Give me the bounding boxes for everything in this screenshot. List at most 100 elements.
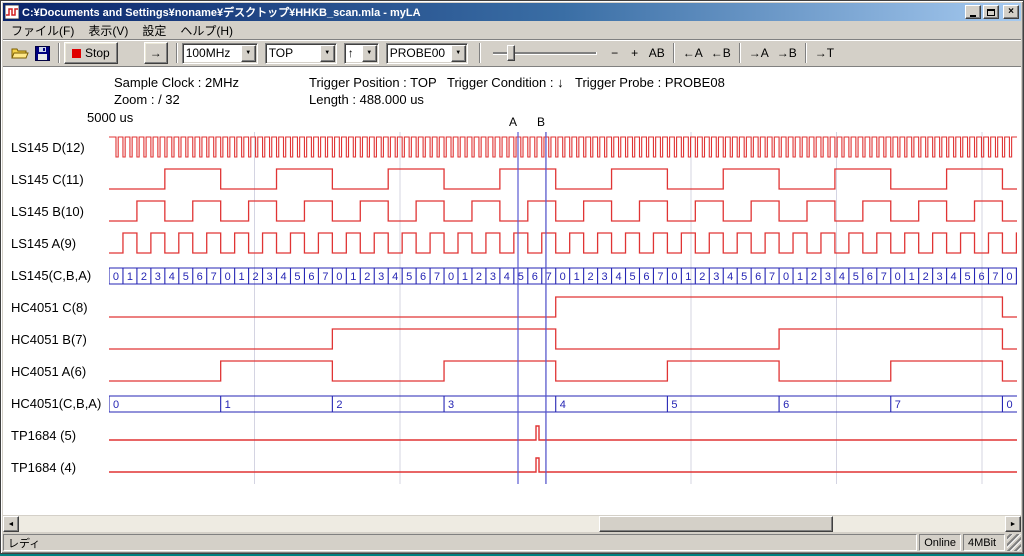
timing-diagram: 0123456701234567012345670123456701234567… bbox=[109, 132, 1017, 484]
zoom-in-button[interactable]: + bbox=[625, 42, 645, 64]
goto-prev-a-button[interactable]: ←A bbox=[679, 42, 707, 64]
titlebar[interactable]: C:¥Documents and Settings¥noname¥デスクトップ¥… bbox=[3, 3, 1021, 21]
goto-trigger-button[interactable]: →T bbox=[811, 42, 838, 64]
scroll-left-button[interactable]: ◄ bbox=[3, 516, 19, 532]
marker-label-A[interactable]: A bbox=[508, 115, 517, 129]
maximize-button[interactable] bbox=[983, 5, 999, 19]
channel-wave: 012345670 bbox=[109, 396, 1017, 412]
zoom-slider[interactable] bbox=[493, 43, 597, 63]
horizontal-scrollbar[interactable]: ◄ ► bbox=[3, 516, 1021, 532]
menu-file[interactable]: ファイル(F) bbox=[4, 21, 81, 40]
minimize-button[interactable] bbox=[965, 5, 981, 19]
open-button[interactable] bbox=[8, 42, 31, 64]
svg-text:1: 1 bbox=[797, 271, 803, 283]
svg-text:1: 1 bbox=[909, 271, 915, 283]
toolbar-separator bbox=[805, 43, 807, 63]
channel-wave bbox=[109, 137, 1017, 157]
zoom-text: Zoom : / 32 bbox=[114, 92, 180, 107]
window-title: C:¥Documents and Settings¥noname¥デスクトップ¥… bbox=[22, 4, 961, 20]
svg-text:0: 0 bbox=[560, 271, 566, 283]
svg-text:4: 4 bbox=[169, 271, 175, 283]
svg-text:3: 3 bbox=[602, 271, 608, 283]
channel-label: HC4051 B(7) bbox=[11, 330, 87, 350]
svg-text:7: 7 bbox=[211, 271, 217, 283]
menu-help[interactable]: ヘルプ(H) bbox=[173, 21, 240, 40]
svg-text:7: 7 bbox=[769, 271, 775, 283]
svg-text:2: 2 bbox=[923, 271, 929, 283]
chevron-down-icon[interactable]: ▼ bbox=[241, 45, 256, 62]
stop-label: Stop bbox=[85, 46, 110, 60]
minimize-icon bbox=[970, 15, 976, 17]
trigger-probe-value: PROBE00 bbox=[387, 46, 451, 60]
chevron-down-icon[interactable]: ▼ bbox=[320, 45, 335, 62]
chevron-down-icon[interactable]: ▼ bbox=[451, 45, 466, 62]
waveform-client: Sample Clock : 2MHz Trigger Position : T… bbox=[3, 67, 1021, 515]
trigger-edge-combo[interactable]: ↑ ▼ bbox=[344, 43, 379, 64]
app-icon bbox=[5, 5, 19, 19]
channel-label: LS145 B(10) bbox=[11, 202, 84, 222]
status-memory-badge: 4MBit bbox=[963, 534, 1005, 551]
sample-clock-value: 100MHz bbox=[183, 46, 241, 60]
goto-next-b-button[interactable]: →B bbox=[773, 42, 801, 64]
run-button[interactable]: → bbox=[144, 42, 168, 64]
svg-text:6: 6 bbox=[420, 271, 426, 283]
svg-text:4: 4 bbox=[839, 271, 845, 283]
save-button[interactable] bbox=[31, 42, 54, 64]
toolbar: Stop → 100MHz ▼ TOP ▼ ↑ ▼ PROBE00 ▼ − + … bbox=[3, 39, 1021, 67]
zoom-slider-thumb[interactable] bbox=[507, 45, 515, 61]
svg-text:2: 2 bbox=[699, 271, 705, 283]
stop-icon bbox=[72, 49, 81, 58]
svg-text:4: 4 bbox=[280, 271, 286, 283]
scrollbar-thumb[interactable] bbox=[599, 516, 833, 532]
menu-settings[interactable]: 設定 bbox=[135, 21, 173, 40]
svg-text:2: 2 bbox=[811, 271, 817, 283]
svg-text:3: 3 bbox=[378, 271, 384, 283]
svg-text:7: 7 bbox=[434, 271, 440, 283]
svg-text:6: 6 bbox=[867, 271, 873, 283]
svg-text:1: 1 bbox=[574, 271, 580, 283]
marker-label-B[interactable]: B bbox=[536, 115, 545, 129]
zoom-out-button[interactable]: − bbox=[605, 42, 625, 64]
maximize-icon bbox=[987, 9, 995, 16]
svg-text:3: 3 bbox=[490, 271, 496, 283]
close-button[interactable]: × bbox=[1003, 5, 1019, 19]
sample-clock-combo[interactable]: 100MHz ▼ bbox=[182, 43, 258, 64]
channel-wave bbox=[109, 297, 1017, 317]
svg-text:5: 5 bbox=[964, 271, 970, 283]
app-window: C:¥Documents and Settings¥noname¥デスクトップ¥… bbox=[0, 0, 1024, 554]
goto-next-a-button[interactable]: →A bbox=[745, 42, 773, 64]
ab-range-button[interactable]: AB bbox=[645, 42, 669, 64]
scroll-right-icon: ► bbox=[1010, 521, 1017, 528]
channel-wave bbox=[109, 426, 1017, 440]
svg-text:3: 3 bbox=[266, 271, 272, 283]
trigger-edge-value: ↑ bbox=[345, 46, 362, 60]
channel-wave bbox=[109, 169, 1017, 189]
scrollbar-track[interactable] bbox=[19, 516, 1005, 532]
toolbar-separator bbox=[739, 43, 741, 63]
menu-view[interactable]: 表示(V) bbox=[81, 21, 135, 40]
trigger-probe-text: Trigger Probe : PROBE08 bbox=[575, 75, 725, 90]
toolbar-separator bbox=[673, 43, 675, 63]
svg-text:3: 3 bbox=[937, 271, 943, 283]
svg-text:7: 7 bbox=[881, 271, 887, 283]
trigger-probe-combo[interactable]: PROBE00 ▼ bbox=[386, 43, 468, 64]
stop-button[interactable]: Stop bbox=[64, 42, 118, 64]
goto-prev-b-button[interactable]: ←B bbox=[707, 42, 735, 64]
svg-text:3: 3 bbox=[448, 399, 454, 411]
scroll-right-button[interactable]: ► bbox=[1005, 516, 1021, 532]
svg-text:0: 0 bbox=[1006, 399, 1012, 411]
channel-wave bbox=[109, 458, 1017, 472]
trigger-condition-text: Trigger Condition : ↓ bbox=[447, 75, 564, 90]
chevron-down-icon[interactable]: ▼ bbox=[362, 45, 377, 62]
channel-label: LS145 A(9) bbox=[11, 234, 76, 254]
svg-text:4: 4 bbox=[560, 399, 566, 411]
svg-text:5: 5 bbox=[853, 271, 859, 283]
svg-text:2: 2 bbox=[364, 271, 370, 283]
trigger-position-combo[interactable]: TOP ▼ bbox=[265, 43, 337, 64]
svg-text:4: 4 bbox=[615, 271, 621, 283]
svg-text:3: 3 bbox=[825, 271, 831, 283]
svg-text:0: 0 bbox=[783, 271, 789, 283]
svg-text:5: 5 bbox=[294, 271, 300, 283]
status-online-badge: Online bbox=[919, 534, 961, 551]
resize-grip[interactable] bbox=[1007, 534, 1021, 551]
